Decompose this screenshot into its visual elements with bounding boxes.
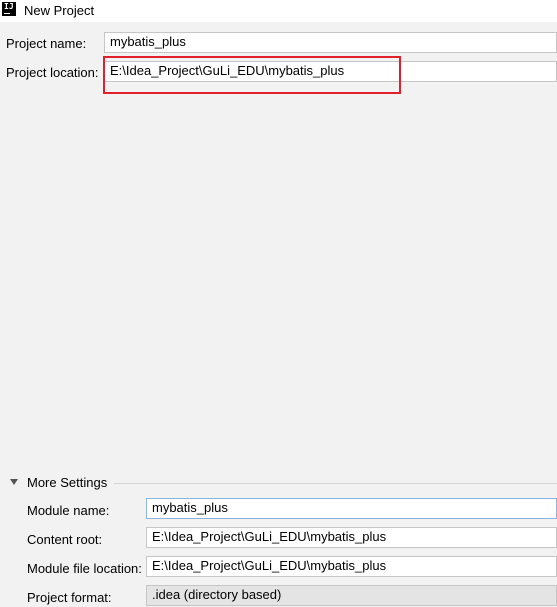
project-location-label: Project location: — [6, 65, 99, 80]
title-bar: IJ New Project — [0, 0, 557, 22]
intellij-idea-icon: IJ — [2, 2, 16, 16]
module-name-input[interactable]: mybatis_plus — [146, 498, 557, 519]
collapse-triangle-icon[interactable] — [10, 479, 18, 485]
project-name-input[interactable]: mybatis_plus — [104, 32, 557, 53]
project-format-select[interactable]: .idea (directory based) — [146, 585, 557, 606]
content-root-label: Content root: — [27, 532, 103, 547]
section-divider — [114, 483, 557, 484]
window-title: New Project — [24, 3, 95, 18]
more-settings-toggle[interactable]: More Settings — [27, 475, 107, 490]
content-root-input[interactable]: E:\Idea_Project\GuLi_EDU\mybatis_plus — [146, 527, 557, 548]
project-location-input[interactable]: E:\Idea_Project\GuLi_EDU\mybatis_plus — [104, 61, 557, 82]
module-file-location-label: Module file location: — [27, 561, 142, 576]
module-name-label: Module name: — [27, 503, 110, 518]
project-format-label: Project format: — [27, 590, 112, 605]
module-file-location-input[interactable]: E:\Idea_Project\GuLi_EDU\mybatis_plus — [146, 556, 557, 577]
project-name-label: Project name: — [6, 36, 87, 51]
